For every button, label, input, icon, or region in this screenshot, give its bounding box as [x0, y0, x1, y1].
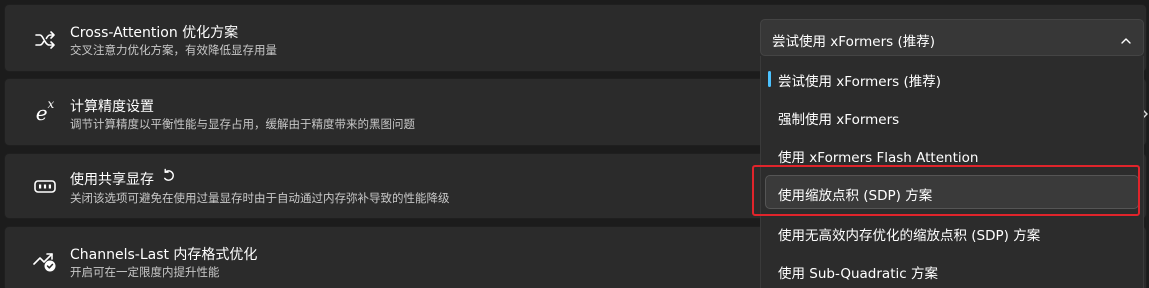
gpu-memory-icon	[27, 169, 63, 205]
dropdown-option[interactable]: 强制使用 xFormers	[765, 99, 1139, 133]
setting-title: Channels-Last 内存格式优化	[70, 247, 258, 263]
setting-title: 计算精度设置	[70, 99, 154, 115]
option-label: 强制使用 xFormers	[778, 112, 900, 128]
setting-title: 使用共享显存	[70, 172, 154, 188]
option-label: 使用无高效内存优化的缩放点积 (SDP) 方案	[778, 228, 1041, 244]
exponent-power: x	[47, 97, 55, 111]
cross-attention-combobox[interactable]: 尝试使用 xFormers (推荐)	[760, 19, 1144, 56]
trending-up-check-icon	[27, 242, 63, 278]
option-label: 使用 xFormers Flash Attention	[778, 150, 979, 166]
dropdown-option[interactable]: 使用 Sub-Quadratic 方案	[765, 253, 1139, 287]
option-label: 尝试使用 xFormers (推荐)	[778, 74, 942, 90]
highlight-annotation-box	[752, 165, 1140, 216]
setting-title: Cross-Attention 优化方案	[70, 25, 239, 41]
dropdown-option[interactable]: 尝试使用 xFormers (推荐)	[765, 61, 1139, 95]
chevron-up-icon	[1120, 32, 1132, 51]
reset-icon[interactable]	[161, 168, 176, 187]
exponent-base: e	[35, 101, 48, 125]
setting-description: 交叉注意力优化方案，有效降低显存用量	[70, 43, 277, 57]
shuffle-icon	[27, 22, 63, 58]
selection-indicator	[768, 71, 771, 87]
setting-description: 关闭该选项可避免在使用过量显存时由于自动通过内存弥补导致的性能降级	[70, 191, 450, 205]
combobox-value: 尝试使用 xFormers (推荐)	[772, 34, 936, 50]
option-label: 使用 Sub-Quadratic 方案	[778, 266, 938, 282]
setting-description: 调节计算精度以平衡性能与显存占用，缓解由于精度带来的黑图问题	[70, 117, 415, 131]
settings-page: Cross-Attention 优化方案 交叉注意力优化方案，有效降低显存用量 …	[0, 0, 1149, 288]
dropdown-option[interactable]: 使用无高效内存优化的缩放点积 (SDP) 方案	[765, 215, 1139, 249]
setting-description: 开启可在一定限度内提升性能	[70, 265, 220, 279]
exponent-icon: ex	[27, 95, 63, 131]
